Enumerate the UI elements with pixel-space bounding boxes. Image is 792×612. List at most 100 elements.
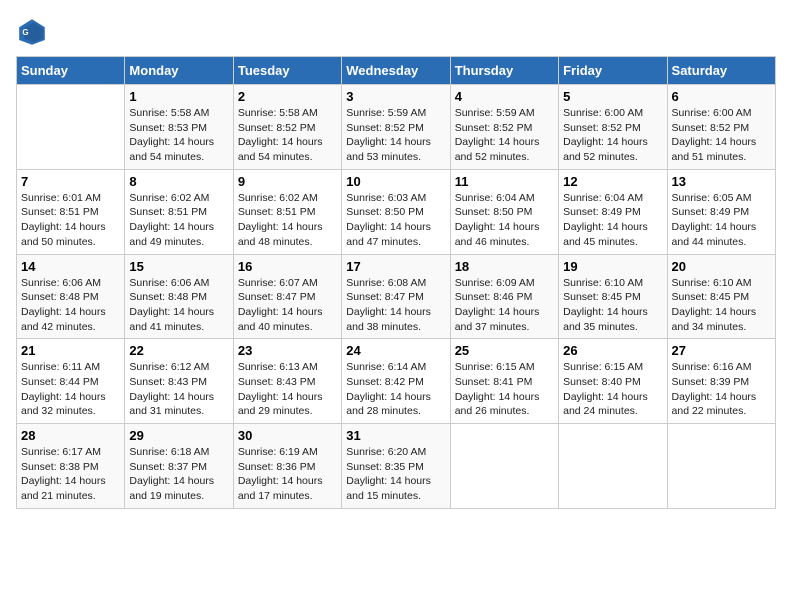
day-number: 17: [346, 259, 445, 274]
day-info: Sunrise: 6:11 AM Sunset: 8:44 PM Dayligh…: [21, 360, 120, 419]
day-cell: 3 Sunrise: 5:59 AM Sunset: 8:52 PM Daylig…: [342, 85, 450, 170]
day-cell: 11 Sunrise: 6:04 AM Sunset: 8:50 PM Dayli…: [450, 169, 558, 254]
day-cell: 1Sunrise: 5:58 AM Sunset: 8:53 PM Daylig…: [125, 85, 233, 170]
day-cell: 7Sunrise: 6:01 AM Sunset: 8:51 PM Daylig…: [17, 169, 125, 254]
day-number: 29: [129, 428, 228, 443]
day-number: 12: [563, 174, 662, 189]
day-cell: 26 Sunrise: 6:15 AM Sunset: 8:40 PM Dayli…: [559, 339, 667, 424]
day-info: Sunrise: 5:58 AM Sunset: 8:53 PM Dayligh…: [129, 106, 228, 165]
day-info: Sunrise: 6:19 AM Sunset: 8:36 PM Dayligh…: [238, 445, 337, 504]
day-number: 24: [346, 343, 445, 358]
day-cell: 4 Sunrise: 5:59 AM Sunset: 8:52 PM Daylig…: [450, 85, 558, 170]
day-number: 2: [238, 89, 337, 104]
day-info: Sunrise: 6:07 AM Sunset: 8:47 PM Dayligh…: [238, 276, 337, 335]
day-cell: 22 Sunrise: 6:12 AM Sunset: 8:43 PM Dayli…: [125, 339, 233, 424]
day-info: Sunrise: 6:05 AM Sunset: 8:49 PM Dayligh…: [672, 191, 771, 250]
day-cell: [450, 424, 558, 509]
day-cell: 24 Sunrise: 6:14 AM Sunset: 8:42 PM Dayli…: [342, 339, 450, 424]
day-number: 19: [563, 259, 662, 274]
week-row-3: 14 Sunrise: 6:06 AM Sunset: 8:48 PM Dayli…: [17, 254, 776, 339]
day-info: Sunrise: 6:20 AM Sunset: 8:35 PM Dayligh…: [346, 445, 445, 504]
week-row-1: 1Sunrise: 5:58 AM Sunset: 8:53 PM Daylig…: [17, 85, 776, 170]
day-number: 21: [21, 343, 120, 358]
day-cell: 21 Sunrise: 6:11 AM Sunset: 8:44 PM Dayli…: [17, 339, 125, 424]
day-number: 26: [563, 343, 662, 358]
day-info: Sunrise: 5:59 AM Sunset: 8:52 PM Dayligh…: [346, 106, 445, 165]
day-info: Sunrise: 6:02 AM Sunset: 8:51 PM Dayligh…: [129, 191, 228, 250]
day-number: 10: [346, 174, 445, 189]
week-row-4: 21 Sunrise: 6:11 AM Sunset: 8:44 PM Dayli…: [17, 339, 776, 424]
day-number: 4: [455, 89, 554, 104]
day-info: Sunrise: 6:10 AM Sunset: 8:45 PM Dayligh…: [672, 276, 771, 335]
day-number: 18: [455, 259, 554, 274]
day-number: 28: [21, 428, 120, 443]
day-cell: 13 Sunrise: 6:05 AM Sunset: 8:49 PM Dayli…: [667, 169, 775, 254]
day-number: 16: [238, 259, 337, 274]
day-cell: 20 Sunrise: 6:10 AM Sunset: 8:45 PM Dayli…: [667, 254, 775, 339]
day-number: 14: [21, 259, 120, 274]
day-info: Sunrise: 6:18 AM Sunset: 8:37 PM Dayligh…: [129, 445, 228, 504]
day-info: Sunrise: 6:14 AM Sunset: 8:42 PM Dayligh…: [346, 360, 445, 419]
day-info: Sunrise: 6:15 AM Sunset: 8:41 PM Dayligh…: [455, 360, 554, 419]
day-info: Sunrise: 6:04 AM Sunset: 8:50 PM Dayligh…: [455, 191, 554, 250]
calendar-body: 1Sunrise: 5:58 AM Sunset: 8:53 PM Daylig…: [17, 85, 776, 509]
day-info: Sunrise: 5:58 AM Sunset: 8:52 PM Dayligh…: [238, 106, 337, 165]
day-cell: 23Sunrise: 6:13 AM Sunset: 8:43 PM Dayli…: [233, 339, 341, 424]
day-number: 11: [455, 174, 554, 189]
day-number: 20: [672, 259, 771, 274]
day-info: Sunrise: 6:03 AM Sunset: 8:50 PM Dayligh…: [346, 191, 445, 250]
day-number: 13: [672, 174, 771, 189]
day-info: Sunrise: 6:13 AM Sunset: 8:43 PM Dayligh…: [238, 360, 337, 419]
day-header-saturday: Saturday: [667, 57, 775, 85]
day-cell: 14 Sunrise: 6:06 AM Sunset: 8:48 PM Dayli…: [17, 254, 125, 339]
day-info: Sunrise: 6:17 AM Sunset: 8:38 PM Dayligh…: [21, 445, 120, 504]
day-cell: 17 Sunrise: 6:08 AM Sunset: 8:47 PM Dayli…: [342, 254, 450, 339]
day-cell: 2 Sunrise: 5:58 AM Sunset: 8:52 PM Daylig…: [233, 85, 341, 170]
day-number: 30: [238, 428, 337, 443]
day-cell: 6 Sunrise: 6:00 AM Sunset: 8:52 PM Daylig…: [667, 85, 775, 170]
day-number: 6: [672, 89, 771, 104]
day-cell: 10 Sunrise: 6:03 AM Sunset: 8:50 PM Dayli…: [342, 169, 450, 254]
day-cell: 15Sunrise: 6:06 AM Sunset: 8:48 PM Dayli…: [125, 254, 233, 339]
calendar-table: SundayMondayTuesdayWednesdayThursdayFrid…: [16, 56, 776, 509]
day-info: Sunrise: 6:12 AM Sunset: 8:43 PM Dayligh…: [129, 360, 228, 419]
day-info: Sunrise: 6:06 AM Sunset: 8:48 PM Dayligh…: [21, 276, 120, 335]
day-cell: [667, 424, 775, 509]
day-cell: 9Sunrise: 6:02 AM Sunset: 8:51 PM Daylig…: [233, 169, 341, 254]
day-cell: [559, 424, 667, 509]
day-number: 27: [672, 343, 771, 358]
day-info: Sunrise: 6:01 AM Sunset: 8:51 PM Dayligh…: [21, 191, 120, 250]
day-cell: 27 Sunrise: 6:16 AM Sunset: 8:39 PM Dayli…: [667, 339, 775, 424]
day-cell: 12 Sunrise: 6:04 AM Sunset: 8:49 PM Dayli…: [559, 169, 667, 254]
day-cell: 28 Sunrise: 6:17 AM Sunset: 8:38 PM Dayli…: [17, 424, 125, 509]
day-number: 22: [129, 343, 228, 358]
day-header-friday: Friday: [559, 57, 667, 85]
day-cell: [17, 85, 125, 170]
day-info: Sunrise: 6:16 AM Sunset: 8:39 PM Dayligh…: [672, 360, 771, 419]
logo-icon: G: [16, 16, 48, 48]
svg-text:G: G: [22, 28, 28, 37]
day-number: 25: [455, 343, 554, 358]
day-header-wednesday: Wednesday: [342, 57, 450, 85]
day-number: 31: [346, 428, 445, 443]
day-cell: 30 Sunrise: 6:19 AM Sunset: 8:36 PM Dayli…: [233, 424, 341, 509]
day-number: 3: [346, 89, 445, 104]
day-cell: 19 Sunrise: 6:10 AM Sunset: 8:45 PM Dayli…: [559, 254, 667, 339]
day-info: Sunrise: 6:08 AM Sunset: 8:47 PM Dayligh…: [346, 276, 445, 335]
day-number: 8: [129, 174, 228, 189]
day-info: Sunrise: 6:06 AM Sunset: 8:48 PM Dayligh…: [129, 276, 228, 335]
day-info: Sunrise: 5:59 AM Sunset: 8:52 PM Dayligh…: [455, 106, 554, 165]
day-cell: 25 Sunrise: 6:15 AM Sunset: 8:41 PM Dayli…: [450, 339, 558, 424]
day-number: 5: [563, 89, 662, 104]
day-info: Sunrise: 6:10 AM Sunset: 8:45 PM Dayligh…: [563, 276, 662, 335]
day-header-monday: Monday: [125, 57, 233, 85]
day-cell: 29 Sunrise: 6:18 AM Sunset: 8:37 PM Dayli…: [125, 424, 233, 509]
day-cell: 5Sunrise: 6:00 AM Sunset: 8:52 PM Daylig…: [559, 85, 667, 170]
week-row-5: 28 Sunrise: 6:17 AM Sunset: 8:38 PM Dayli…: [17, 424, 776, 509]
day-info: Sunrise: 6:04 AM Sunset: 8:49 PM Dayligh…: [563, 191, 662, 250]
day-info: Sunrise: 6:09 AM Sunset: 8:46 PM Dayligh…: [455, 276, 554, 335]
days-header-row: SundayMondayTuesdayWednesdayThursdayFrid…: [17, 57, 776, 85]
day-info: Sunrise: 6:00 AM Sunset: 8:52 PM Dayligh…: [672, 106, 771, 165]
day-info: Sunrise: 6:15 AM Sunset: 8:40 PM Dayligh…: [563, 360, 662, 419]
day-header-sunday: Sunday: [17, 57, 125, 85]
